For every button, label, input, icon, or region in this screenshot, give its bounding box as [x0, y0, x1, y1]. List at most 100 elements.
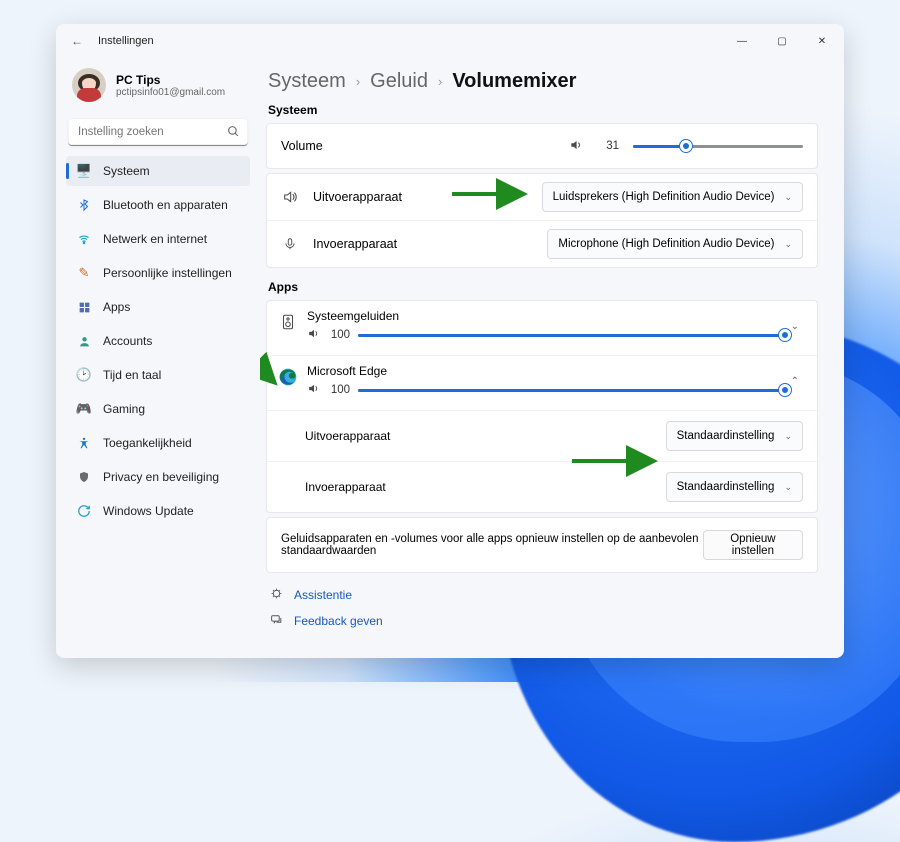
system-card: Volume 31 — [266, 123, 818, 169]
breadcrumb-geluid[interactable]: Geluid — [370, 70, 428, 93]
section-apps: Apps — [268, 280, 818, 294]
input-device-row: Invoerapparaat Microphone (High Definiti… — [267, 220, 817, 267]
volume-value: 31 — [597, 140, 619, 152]
output-label: Uitvoerapparaat — [313, 190, 402, 204]
sidebar-item-privacy[interactable]: Privacy en beveiliging — [66, 462, 250, 492]
bluetooth-icon — [76, 197, 92, 213]
person-icon — [76, 333, 92, 349]
sidebar-item-bluetooth[interactable]: Bluetooth en apparaten — [66, 190, 250, 220]
sidebar-item-label: Netwerk en internet — [103, 232, 207, 246]
help-icon — [270, 587, 284, 603]
output-device-row: Uitvoerapparaat Luidsprekers (High Defin… — [267, 174, 817, 220]
profile-email: pctipsinfo01@gmail.com — [116, 87, 225, 98]
access-icon — [76, 435, 92, 451]
speaker-icon[interactable] — [307, 327, 320, 343]
speaker-icon[interactable] — [569, 138, 583, 155]
speaker-icon[interactable] — [307, 382, 320, 398]
sidebar-item-label: Bluetooth en apparaten — [103, 198, 228, 212]
output-device-dropdown[interactable]: Luidsprekers (High Definition Audio Devi… — [542, 182, 803, 212]
app-title: Systeemgeluiden — [307, 309, 785, 323]
sidebar-item-apps[interactable]: Apps — [66, 292, 250, 322]
system-sounds-icon — [277, 311, 299, 333]
edge-output-label: Uitvoerapparaat — [305, 429, 390, 443]
minimize-button[interactable]: ― — [722, 24, 762, 58]
feedback-icon — [270, 613, 284, 629]
sidebar-item-gaming[interactable]: 🎮 Gaming — [66, 394, 250, 424]
settings-window: ← Instellingen ― ▢ ✕ PC Tips pctipsinfo0… — [56, 24, 844, 658]
profile[interactable]: PC Tips pctipsinfo01@gmail.com — [66, 62, 250, 112]
titlebar: ← Instellingen ― ▢ ✕ — [56, 24, 844, 58]
chevron-right-icon: › — [356, 74, 360, 89]
sidebar-item-systeem[interactable]: 🖥️ Systeem — [66, 156, 250, 186]
breadcrumb: Systeem › Geluid › Volumemixer — [268, 70, 818, 93]
sidebar-item-label: Toegankelijkheid — [103, 436, 192, 450]
sidebar-item-label: Apps — [103, 300, 130, 314]
close-button[interactable]: ✕ — [802, 24, 842, 58]
app-title: Microsoft Edge — [307, 364, 785, 378]
sidebar-item-label: Tijd en taal — [103, 368, 161, 382]
main-pane: Systeem › Geluid › Volumemixer Systeem V… — [260, 58, 844, 658]
footer-links: Assistentie Feedback geven — [266, 587, 818, 629]
clock-icon: 🕑 — [76, 367, 92, 383]
sidebar-item-label: Accounts — [103, 334, 152, 348]
sidebar: PC Tips pctipsinfo01@gmail.com 🖥️ Systee… — [56, 58, 260, 658]
reset-button[interactable]: Opnieuw instellen — [703, 530, 803, 560]
reset-text: Geluidsapparaten en -volumes voor alle a… — [281, 533, 703, 557]
sidebar-item-label: Windows Update — [103, 504, 194, 518]
brush-icon: ✎ — [76, 265, 92, 281]
sidebar-item-persoonlijk[interactable]: ✎ Persoonlijke instellingen — [66, 258, 250, 288]
edge-output-value: Standaardinstelling — [677, 430, 775, 442]
profile-name: PC Tips — [116, 73, 225, 87]
volume-label: Volume — [281, 139, 323, 153]
breadcrumb-systeem[interactable]: Systeem — [268, 70, 346, 93]
reset-card: Geluidsapparaten en -volumes voor alle a… — [266, 517, 818, 573]
avatar — [72, 68, 106, 102]
app-microsoft-edge: Microsoft Edge 100 — [267, 355, 817, 512]
output-device-value: Luidsprekers (High Definition Audio Devi… — [553, 191, 775, 203]
sidebar-item-toegankelijkheid[interactable]: Toegankelijkheid — [66, 428, 250, 458]
display-icon: 🖥️ — [76, 163, 92, 179]
back-button[interactable]: ← — [68, 34, 86, 48]
breadcrumb-volumemixer: Volumemixer — [452, 70, 576, 93]
help-link[interactable]: Assistentie — [270, 587, 818, 603]
microphone-icon — [281, 236, 299, 252]
volume-slider[interactable] — [633, 139, 803, 153]
shield-icon — [76, 469, 92, 485]
chevron-down-icon: ⌄ — [784, 239, 792, 250]
sidebar-item-label: Privacy en beveiliging — [103, 470, 219, 484]
edge-input-row: Invoerapparaat Standaardinstelling ⌄ — [267, 461, 817, 512]
input-label: Invoerapparaat — [313, 237, 397, 251]
sidebar-item-label: Gaming — [103, 402, 145, 416]
sidebar-item-tijd[interactable]: 🕑 Tijd en taal — [66, 360, 250, 390]
feedback-link[interactable]: Feedback geven — [270, 613, 818, 629]
app-volume-slider[interactable] — [358, 328, 785, 342]
chevron-down-icon: ⌄ — [784, 192, 792, 203]
sidebar-item-accounts[interactable]: Accounts — [66, 326, 250, 356]
chevron-down-icon: ⌄ — [784, 482, 792, 493]
speaker-icon — [281, 189, 299, 205]
search-box[interactable] — [68, 118, 248, 146]
input-device-dropdown[interactable]: Microphone (High Definition Audio Device… — [547, 229, 803, 259]
app-systeemgeluiden: Systeemgeluiden 100 ⌄ — [267, 301, 817, 355]
sidebar-item-label: Persoonlijke instellingen — [103, 266, 232, 280]
app-volume-value: 100 — [328, 329, 350, 341]
apps-icon — [76, 299, 92, 315]
edge-input-dropdown[interactable]: Standaardinstelling ⌄ — [666, 472, 803, 502]
sidebar-item-label: Systeem — [103, 164, 150, 178]
maximize-button[interactable]: ▢ — [762, 24, 802, 58]
chevron-right-icon: › — [438, 74, 442, 89]
edge-icon — [277, 366, 299, 388]
update-icon — [76, 503, 92, 519]
edge-output-dropdown[interactable]: Standaardinstelling ⌄ — [666, 421, 803, 451]
search-input[interactable] — [68, 118, 248, 146]
app-volume-slider[interactable] — [358, 383, 785, 397]
volume-row: Volume 31 — [267, 124, 817, 168]
input-device-value: Microphone (High Definition Audio Device… — [558, 238, 774, 250]
edge-output-row: Uitvoerapparaat Standaardinstelling ⌄ — [267, 410, 817, 461]
edge-input-label: Invoerapparaat — [305, 480, 386, 494]
search-icon — [227, 125, 240, 141]
apps-card: Systeemgeluiden 100 ⌄ — [266, 300, 818, 513]
sidebar-item-netwerk[interactable]: Netwerk en internet — [66, 224, 250, 254]
section-systeem: Systeem — [268, 103, 818, 117]
sidebar-item-update[interactable]: Windows Update — [66, 496, 250, 526]
